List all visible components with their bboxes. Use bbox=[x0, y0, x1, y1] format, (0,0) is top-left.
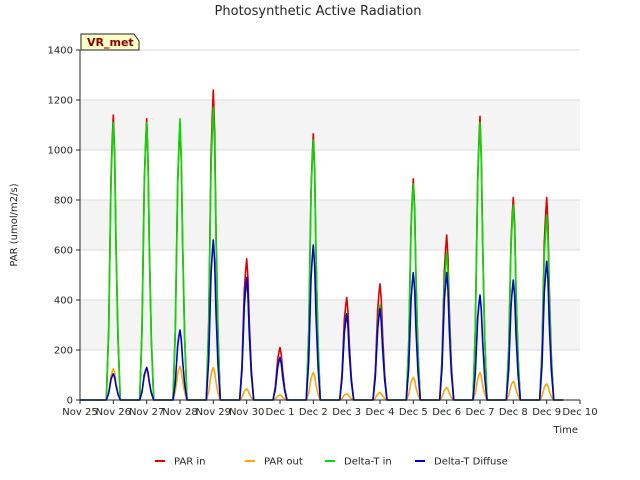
x-tick-label: Nov 30 bbox=[229, 407, 264, 418]
grid-band bbox=[80, 300, 580, 350]
x-tick-label: Dec 4 bbox=[366, 407, 395, 418]
grid-band bbox=[80, 100, 580, 150]
y-axis-label: PAR (umol/m2/s) bbox=[9, 183, 20, 266]
vr-met-badge: VR_met bbox=[80, 33, 140, 51]
x-tick-label: Nov 27 bbox=[129, 407, 164, 418]
legend-label: PAR out bbox=[264, 457, 303, 468]
y-tick-label: 600 bbox=[54, 246, 73, 257]
series-line-delta-t-in bbox=[80, 106, 564, 401]
x-tick-label: Dec 5 bbox=[399, 407, 428, 418]
x-tick-label: Dec 2 bbox=[299, 407, 328, 418]
x-tick-label: Dec 10 bbox=[562, 407, 597, 418]
grid-band bbox=[80, 200, 580, 250]
x-tick-label: Dec 9 bbox=[532, 407, 561, 418]
y-tick-label: 1400 bbox=[48, 46, 73, 57]
y-tick-label: 400 bbox=[54, 296, 73, 307]
x-axis-label: Time bbox=[553, 425, 578, 436]
y-tick-label: 800 bbox=[54, 196, 73, 207]
x-tick-label: Dec 3 bbox=[332, 407, 361, 418]
x-tick-label: Nov 26 bbox=[96, 407, 131, 418]
x-tick-label: Dec 6 bbox=[432, 407, 461, 418]
plot-background bbox=[80, 49, 580, 401]
legend-label: Delta-T Diffuse bbox=[434, 457, 508, 468]
y-tick-label: 1000 bbox=[48, 146, 73, 157]
y-tick-label: 1200 bbox=[48, 96, 73, 107]
x-tick-label: Nov 25 bbox=[62, 407, 97, 418]
x-tick-label: Dec 7 bbox=[466, 407, 495, 418]
legend: PAR in PAR out Delta-T in Delta-T Diffuse bbox=[155, 457, 508, 468]
y-tick-label: 0 bbox=[67, 396, 73, 407]
par-line-chart: Photosynthetic Active Radiation 0 200 400 6… bbox=[9, 4, 598, 468]
legend-label: Delta-T in bbox=[344, 457, 392, 468]
x-tick-label: Nov 28 bbox=[162, 407, 197, 418]
y-tick-label: 200 bbox=[54, 346, 73, 357]
chart-title: Photosynthetic Active Radiation bbox=[215, 4, 422, 19]
x-tick-label: Nov 29 bbox=[196, 407, 231, 418]
badge-label: VR_met bbox=[87, 36, 134, 49]
x-tick-label: Dec 1 bbox=[266, 407, 295, 418]
x-tick-label: Dec 8 bbox=[499, 407, 528, 418]
legend-label: PAR in bbox=[174, 457, 205, 468]
